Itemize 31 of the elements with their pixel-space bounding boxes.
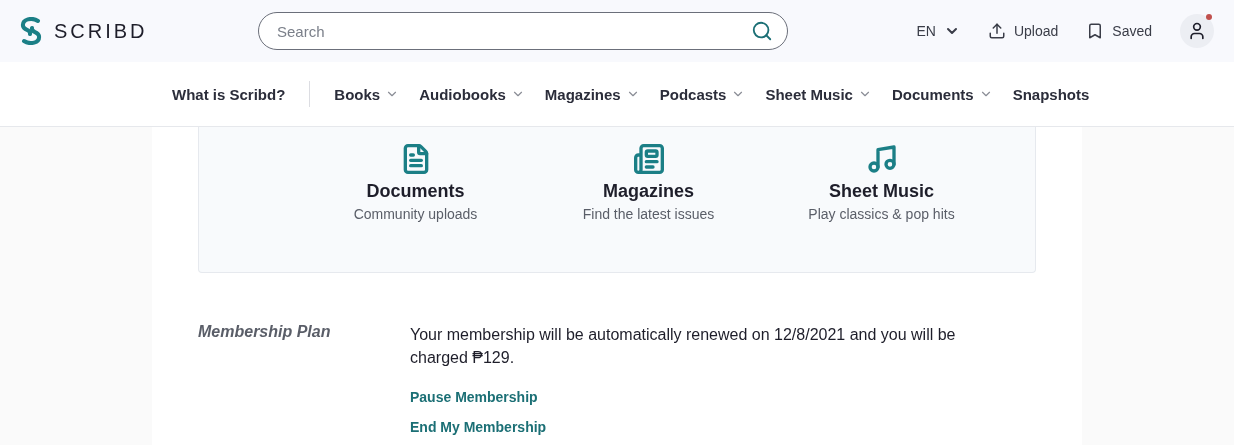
nav-item[interactable]: What is Scribd? — [172, 85, 286, 103]
language-button[interactable]: EN — [916, 23, 960, 39]
search-field[interactable]: Search — [275, 21, 751, 41]
membership-link[interactable]: Pause Membership — [410, 389, 538, 405]
category-title[interactable]: Sheet Music — [829, 181, 934, 202]
logo-text: SCRIBD — [54, 19, 148, 43]
music-icon[interactable] — [865, 143, 898, 175]
category-subtitle: Community uploads — [353, 206, 478, 222]
upload-icon — [987, 22, 1006, 40]
nav-item[interactable]: Audiobooks — [419, 85, 525, 103]
category-subtitle: Play classics & pop hits — [808, 206, 955, 222]
logo-icon — [18, 17, 44, 45]
membership-label: Membership Plan — [198, 323, 332, 342]
nav-item[interactable]: Books — [334, 85, 400, 103]
membership-link[interactable]: End My Membership — [410, 419, 547, 435]
membership-text: Your membership will be automatically renewed on 12/8/2021 and you will be charged ₱129. — [410, 325, 957, 368]
nav-item[interactable]: Magazines — [544, 85, 640, 103]
nav-item[interactable]: Sheet Music — [765, 85, 872, 103]
upload-button[interactable]: Upload — [987, 22, 1059, 40]
category-subtitle: Find the latest issues — [582, 206, 715, 222]
account-button[interactable] — [1180, 14, 1214, 48]
magazine-icon[interactable] — [632, 143, 665, 175]
nav-item[interactable]: Snapshots — [1012, 85, 1090, 103]
search-bar[interactable]: Search — [258, 12, 788, 50]
nav-item[interactable]: Documents — [891, 85, 993, 103]
saved-button[interactable]: Saved — [1086, 22, 1152, 40]
category-title[interactable]: Documents — [366, 181, 465, 202]
category-title[interactable]: Magazines — [603, 181, 694, 202]
user-icon — [1187, 21, 1207, 41]
nav-item[interactable]: Podcasts — [659, 85, 746, 103]
search-icon[interactable] — [751, 20, 773, 42]
